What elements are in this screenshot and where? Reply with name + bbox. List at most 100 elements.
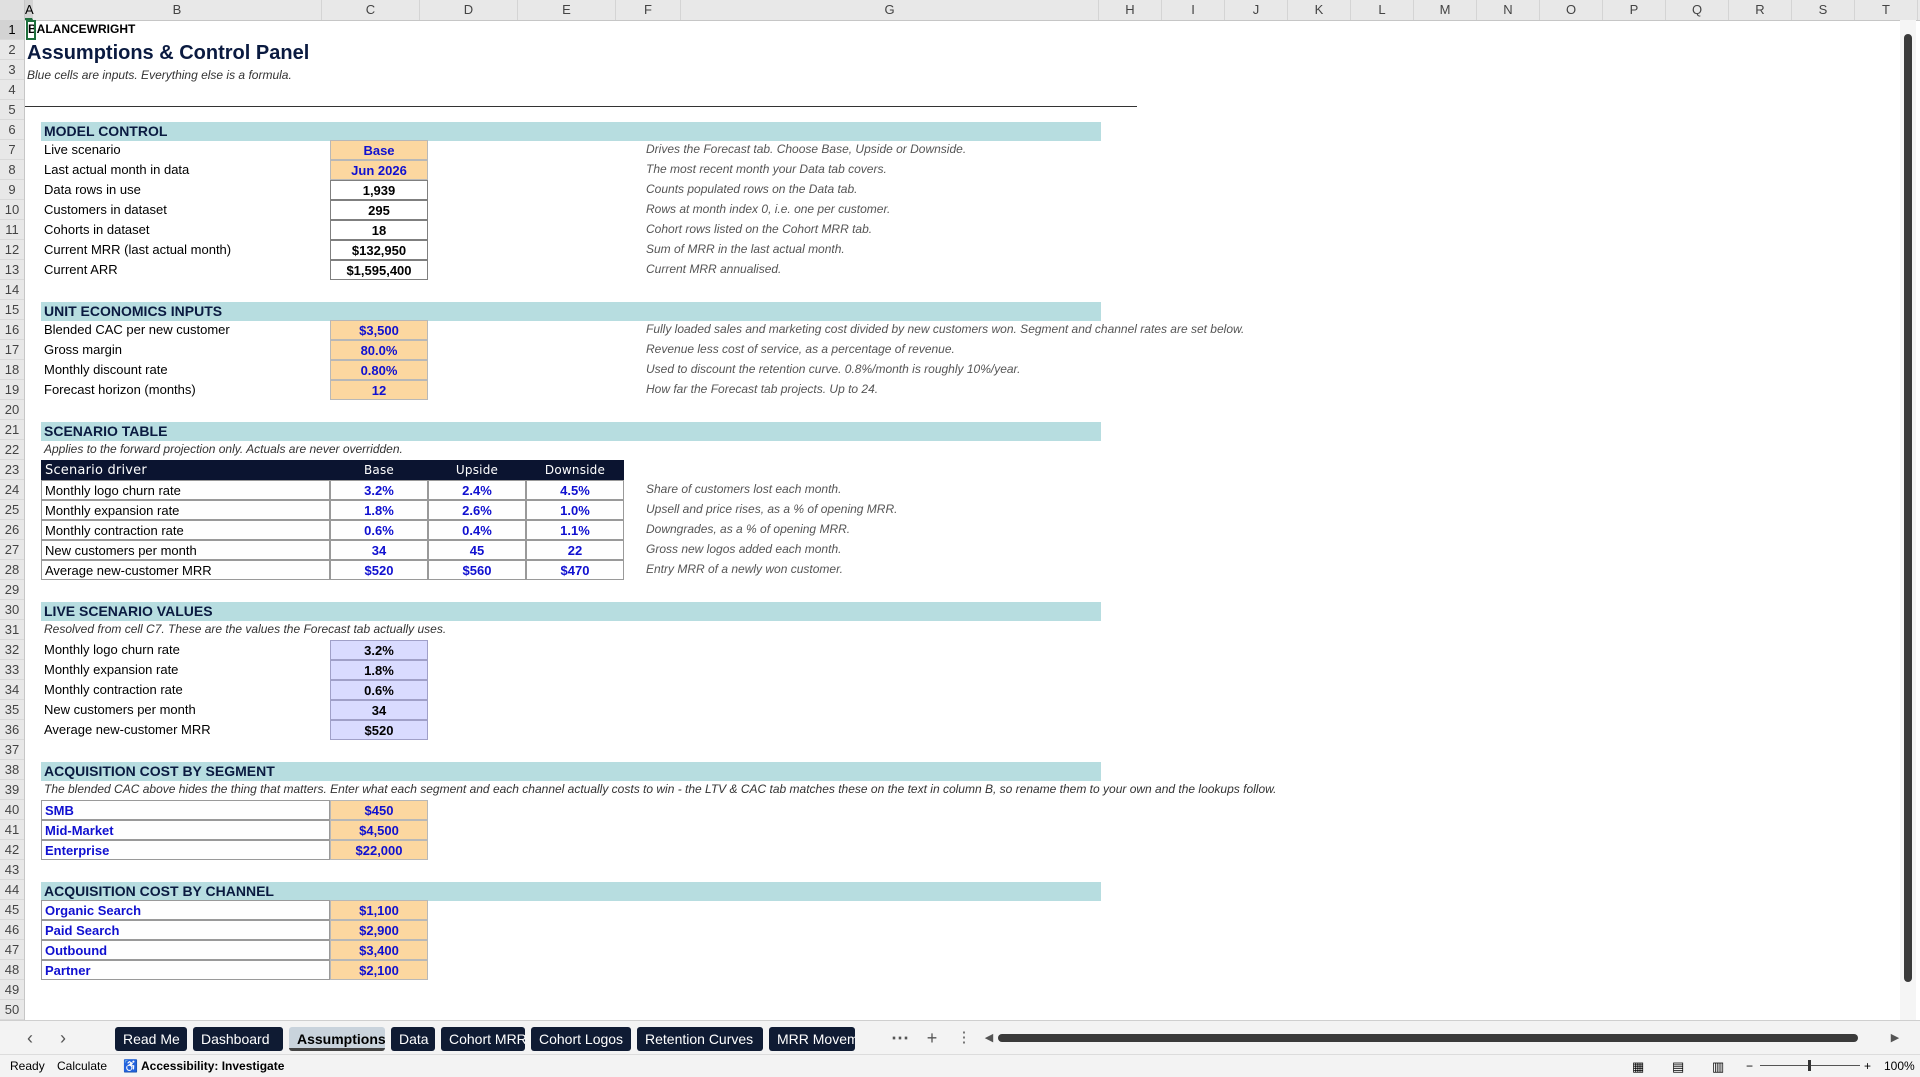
page-layout-view-icon[interactable]: ▤ [1672, 1059, 1684, 1075]
column-header-e[interactable]: E [518, 0, 616, 20]
row-header-36[interactable]: 36 [0, 720, 24, 740]
ellipsis-icon[interactable]: ⋯ [889, 1027, 911, 1049]
row-header-34[interactable]: 34 [0, 680, 24, 700]
row-header-9[interactable]: 9 [0, 180, 24, 200]
model-control-value[interactable]: Base [330, 140, 428, 160]
tab-cohort-logos[interactable]: Cohort Logos [531, 1027, 631, 1051]
column-header-f[interactable]: F [616, 0, 681, 20]
tab-retention-curves[interactable]: Retention Curves [637, 1027, 763, 1051]
column-header-q[interactable]: Q [1666, 0, 1729, 20]
column-header-d[interactable]: D [420, 0, 518, 20]
scenario-downside-input[interactable]: 4.5% [526, 480, 624, 500]
column-header-p[interactable]: P [1603, 0, 1666, 20]
model-control-value[interactable]: 295 [330, 200, 428, 220]
channel-cost-input[interactable]: $2,900 [330, 920, 428, 940]
row-header-12[interactable]: 12 [0, 240, 24, 260]
live-value[interactable]: 1.8% [330, 660, 428, 680]
vertical-scroll-thumb[interactable] [1904, 34, 1912, 982]
column-header-b[interactable]: B [33, 0, 322, 20]
live-value[interactable]: 34 [330, 700, 428, 720]
prev-sheet-icon[interactable]: ‹ [19, 1027, 41, 1049]
row-header-35[interactable]: 35 [0, 700, 24, 720]
column-header-j[interactable]: J [1225, 0, 1288, 20]
scenario-upside-input[interactable]: 45 [428, 540, 526, 560]
row-header-32[interactable]: 32 [0, 640, 24, 660]
tab-read-me[interactable]: Read Me [115, 1027, 187, 1051]
page-break-view-icon[interactable]: ▥ [1712, 1059, 1724, 1075]
row-header-13[interactable]: 13 [0, 260, 24, 280]
row-header-10[interactable]: 10 [0, 200, 24, 220]
row-header-49[interactable]: 49 [0, 980, 24, 1000]
row-header-24[interactable]: 24 [0, 480, 24, 500]
unit-econ-input[interactable]: 12 [330, 380, 428, 400]
column-header-o[interactable]: O [1540, 0, 1603, 20]
column-header-s[interactable]: S [1792, 0, 1855, 20]
brand-cell[interactable]: BALANCEWRIGHT [26, 20, 135, 40]
row-header-21[interactable]: 21 [0, 420, 24, 440]
scenario-base-input[interactable]: 1.8% [330, 500, 428, 520]
column-header-i[interactable]: I [1162, 0, 1225, 20]
row-header-42[interactable]: 42 [0, 840, 24, 860]
row-header-27[interactable]: 27 [0, 540, 24, 560]
row-header-4[interactable]: 4 [0, 80, 24, 100]
column-header-l[interactable]: L [1351, 0, 1414, 20]
row-header-26[interactable]: 26 [0, 520, 24, 540]
vertical-scrollbar[interactable] [1900, 20, 1916, 1020]
channel-cost-input[interactable]: $1,100 [330, 900, 428, 920]
row-header-5[interactable]: 5 [0, 100, 24, 120]
status-accessibility[interactable]: Accessibility: Investigate [141, 1059, 284, 1073]
normal-view-icon[interactable]: ▦ [1632, 1059, 1644, 1075]
row-header-15[interactable]: 15 [0, 300, 24, 320]
scenario-upside-input[interactable]: 0.4% [428, 520, 526, 540]
channel-name-input[interactable]: Partner [41, 960, 330, 980]
row-header-16[interactable]: 16 [0, 320, 24, 340]
segment-name-input[interactable]: SMB [41, 800, 330, 820]
scenario-base-input[interactable]: 34 [330, 540, 428, 560]
segment-cost-input[interactable]: $450 [330, 800, 428, 820]
column-header-r[interactable]: R [1729, 0, 1792, 20]
row-header-37[interactable]: 37 [0, 740, 24, 760]
row-header-14[interactable]: 14 [0, 280, 24, 300]
scroll-left-icon[interactable]: ◀ [978, 1027, 1000, 1049]
column-header-t[interactable]: T [1855, 0, 1918, 20]
zoom-out-icon[interactable]: − [1746, 1059, 1753, 1073]
model-control-value[interactable]: $132,950 [330, 240, 428, 260]
channel-name-input[interactable]: Organic Search [41, 900, 330, 920]
unit-econ-input[interactable]: $3,500 [330, 320, 428, 340]
row-header-39[interactable]: 39 [0, 780, 24, 800]
row-header-28[interactable]: 28 [0, 560, 24, 580]
model-control-value[interactable]: 18 [330, 220, 428, 240]
row-header-38[interactable]: 38 [0, 760, 24, 780]
row-header-11[interactable]: 11 [0, 220, 24, 240]
row-header-20[interactable]: 20 [0, 400, 24, 420]
column-header-a[interactable]: A [25, 0, 34, 20]
status-calculate[interactable]: Calculate [57, 1059, 107, 1073]
scenario-downside-input[interactable]: 22 [526, 540, 624, 560]
horizontal-scrollbar[interactable]: ◀ ▶ [985, 1032, 1899, 1044]
segment-cost-input[interactable]: $22,000 [330, 840, 428, 860]
row-header-19[interactable]: 19 [0, 380, 24, 400]
live-value[interactable]: $520 [330, 720, 428, 740]
column-header-k[interactable]: K [1288, 0, 1351, 20]
row-header-31[interactable]: 31 [0, 620, 24, 640]
row-header-23[interactable]: 23 [0, 460, 24, 480]
row-header-18[interactable]: 18 [0, 360, 24, 380]
model-control-value[interactable]: Jun 2026 [330, 160, 428, 180]
plus-icon[interactable]: + [921, 1027, 943, 1049]
zoom-in-icon[interactable]: + [1864, 1059, 1871, 1073]
row-header-22[interactable]: 22 [0, 440, 24, 460]
channel-name-input[interactable]: Outbound [41, 940, 330, 960]
row-header-3[interactable]: 3 [0, 60, 24, 80]
zoom-slider-thumb[interactable] [1808, 1060, 1811, 1071]
row-header-44[interactable]: 44 [0, 880, 24, 900]
live-value[interactable]: 0.6% [330, 680, 428, 700]
column-header-h[interactable]: H [1099, 0, 1162, 20]
select-all-corner[interactable] [0, 0, 25, 20]
tab-dashboard[interactable]: Dashboard [193, 1027, 283, 1051]
column-header-g[interactable]: G [681, 0, 1099, 20]
segment-name-input[interactable]: Enterprise [41, 840, 330, 860]
model-control-value[interactable]: 1,939 [330, 180, 428, 200]
scenario-downside-input[interactable]: 1.0% [526, 500, 624, 520]
row-header-47[interactable]: 47 [0, 940, 24, 960]
scenario-downside-input[interactable]: 1.1% [526, 520, 624, 540]
